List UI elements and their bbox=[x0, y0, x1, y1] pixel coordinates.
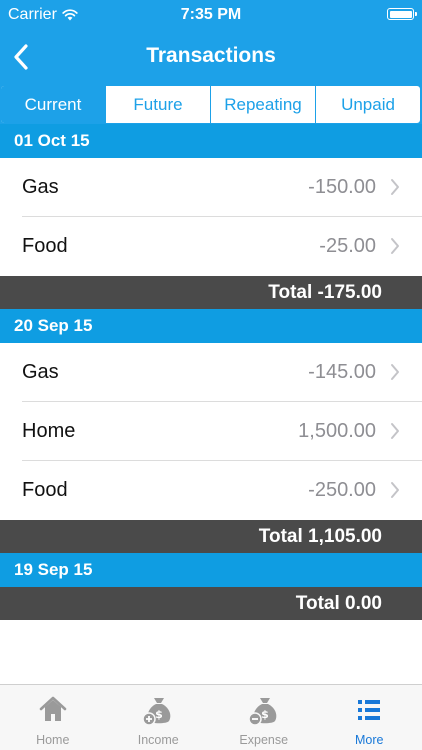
tab-label: More bbox=[355, 733, 384, 747]
tab-label: Home bbox=[36, 733, 70, 747]
date-header: 01 Oct 15 bbox=[0, 124, 422, 158]
transaction-name: Home bbox=[22, 420, 76, 442]
battery-icon bbox=[387, 8, 417, 20]
money-bag-minus-icon: $ bbox=[247, 694, 281, 726]
tab-label: Income bbox=[137, 733, 179, 747]
tab-bar: Home $ Income $ Expense More bbox=[0, 684, 422, 750]
tab-more[interactable]: More bbox=[317, 685, 422, 750]
transaction-name: Gas bbox=[22, 361, 59, 383]
transaction-row[interactable]: Gas -150.00 bbox=[0, 158, 422, 217]
segment-current[interactable]: Current bbox=[1, 86, 106, 123]
transaction-amount: -25.00 bbox=[319, 235, 376, 257]
transaction-amount: -150.00 bbox=[308, 176, 376, 198]
group-total: Total 0.00 bbox=[0, 587, 422, 620]
group-total: Total -175.00 bbox=[0, 276, 422, 309]
segmented-control: Current Future Repeating Unpaid bbox=[0, 85, 421, 124]
top-bar: Carrier 7:35 PM Transactions Current Futu… bbox=[0, 0, 422, 124]
transaction-row[interactable]: Food -250.00 bbox=[0, 461, 422, 520]
date-header: 20 Sep 15 bbox=[0, 309, 422, 343]
date-header: 19 Sep 15 bbox=[0, 553, 422, 587]
chevron-right-icon bbox=[391, 238, 399, 254]
chevron-right-icon bbox=[391, 423, 399, 439]
tab-income[interactable]: $ Income bbox=[106, 685, 212, 750]
page-title: Transactions bbox=[146, 44, 276, 67]
segment-repeating[interactable]: Repeating bbox=[211, 86, 316, 123]
money-bag-plus-icon: $ bbox=[141, 694, 175, 726]
tab-home[interactable]: Home bbox=[0, 685, 106, 750]
transaction-list: 01 Oct 15 Gas -150.00 Food -25.00 Total -175.… bbox=[0, 124, 422, 620]
svg-text:$: $ bbox=[155, 708, 163, 721]
list-icon bbox=[352, 694, 386, 726]
chevron-right-icon bbox=[391, 482, 399, 498]
transaction-row[interactable]: Gas -145.00 bbox=[0, 343, 422, 402]
transaction-name: Food bbox=[22, 479, 68, 501]
segment-future[interactable]: Future bbox=[106, 86, 211, 123]
navigation-bar: Transactions bbox=[0, 32, 422, 84]
status-time: 7:35 PM bbox=[180, 6, 242, 23]
status-bar: Carrier 7:35 PM bbox=[0, 0, 422, 32]
svg-text:$: $ bbox=[261, 708, 269, 721]
tab-label: Expense bbox=[239, 733, 289, 747]
group-total: Total 1,105.00 bbox=[0, 520, 422, 553]
transaction-row[interactable]: Home 1,500.00 bbox=[0, 402, 422, 461]
home-icon bbox=[36, 694, 70, 726]
segment-unpaid[interactable]: Unpaid bbox=[316, 86, 420, 123]
transaction-name: Food bbox=[22, 235, 68, 257]
transaction-amount: -250.00 bbox=[308, 479, 376, 501]
transaction-amount: 1,500.00 bbox=[298, 420, 376, 442]
chevron-right-icon bbox=[391, 179, 399, 195]
transaction-row[interactable]: Food -25.00 bbox=[0, 217, 422, 276]
transaction-name: Gas bbox=[22, 176, 59, 198]
transaction-amount: -145.00 bbox=[308, 361, 376, 383]
tab-expense[interactable]: $ Expense bbox=[211, 685, 317, 750]
chevron-right-icon bbox=[391, 364, 399, 380]
